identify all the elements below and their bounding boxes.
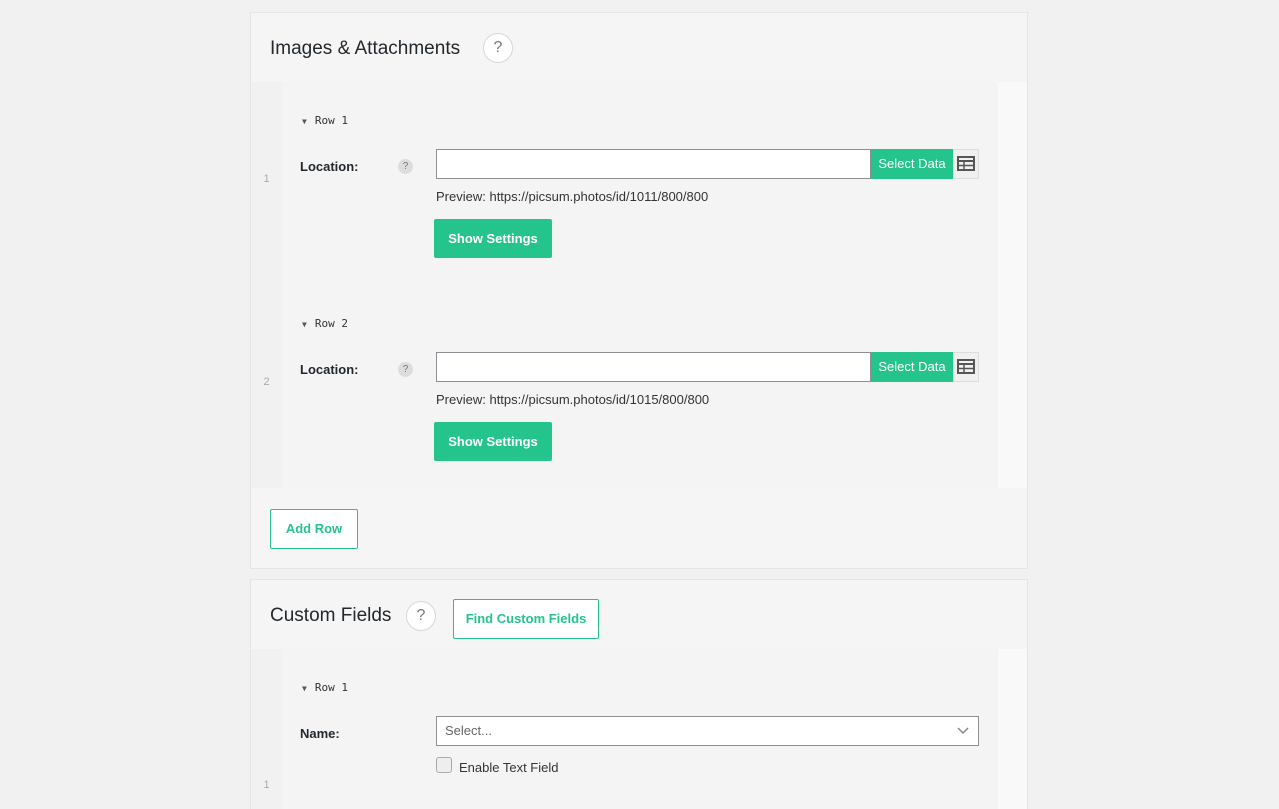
row-body: ▼ Row 1 Location: ? Select Data Preview: …	[282, 82, 998, 285]
help-icon[interactable]: ?	[398, 362, 413, 377]
help-icon[interactable]: ?	[483, 33, 513, 63]
preview-text: Preview: https://picsum.photos/id/1011/8…	[436, 189, 709, 204]
row-toggle[interactable]: ▼ Row 1	[302, 114, 348, 127]
panel-title: Custom Fields	[270, 605, 392, 626]
repeater-row: 1 ▼ Row 1 Location: ? Select Data Preview…	[251, 82, 1027, 285]
help-icon[interactable]: ?	[406, 601, 436, 631]
row-toggle[interactable]: ▼ Row 1	[302, 681, 348, 694]
row-actions	[998, 649, 1027, 809]
table-icon[interactable]	[953, 352, 979, 382]
custom-fields-panel: Custom Fields ? Find Custom Fields 1 ▼ Ro…	[250, 579, 1028, 809]
row-index: 1	[251, 82, 282, 285]
location-label: Location:	[300, 159, 359, 174]
caret-down-icon: ▼	[302, 684, 307, 693]
row-toggle[interactable]: ▼ Row 2	[302, 317, 348, 330]
repeater-row: 2 ▼ Row 2 Location: ? Select Data Preview…	[251, 285, 1027, 488]
row-index: 2	[251, 285, 282, 488]
images-attachments-panel: Images & Attachments ? 1 ▼ Row 1 Location…	[250, 12, 1028, 569]
preview-text: Preview: https://picsum.photos/id/1015/8…	[436, 392, 710, 407]
select-data-button[interactable]: Select Data	[871, 352, 953, 382]
row-actions	[998, 285, 1027, 488]
panel-title: Images & Attachments	[270, 38, 461, 59]
caret-down-icon: ▼	[302, 320, 307, 329]
checkbox-label: Enable Text Field	[459, 760, 559, 775]
row-index: 1	[251, 649, 282, 809]
row-actions	[998, 82, 1027, 285]
help-icon[interactable]: ?	[398, 159, 413, 174]
row-body: ▼ Row 1 Name: Select... Enable Text Field	[282, 649, 998, 809]
location-label: Location:	[300, 362, 359, 377]
name-select[interactable]: Select...	[436, 716, 979, 746]
chevron-down-icon	[956, 717, 970, 755]
location-input[interactable]	[436, 352, 871, 382]
name-label: Name:	[300, 726, 340, 741]
location-input[interactable]	[436, 149, 871, 179]
show-settings-button[interactable]: Show Settings	[434, 422, 552, 461]
show-settings-button[interactable]: Show Settings	[434, 219, 552, 258]
row-body: ▼ Row 2 Location: ? Select Data Preview: …	[282, 285, 998, 488]
table-icon[interactable]	[953, 149, 979, 179]
add-row-button[interactable]: Add Row	[270, 509, 358, 549]
enable-text-field-checkbox[interactable]	[436, 757, 452, 773]
caret-down-icon: ▼	[302, 117, 307, 126]
find-custom-fields-button[interactable]: Find Custom Fields	[453, 599, 599, 639]
select-data-button[interactable]: Select Data	[871, 149, 953, 179]
repeater-row: 1 ▼ Row 1 Name: Select... Enable Text Fie…	[251, 649, 1027, 809]
